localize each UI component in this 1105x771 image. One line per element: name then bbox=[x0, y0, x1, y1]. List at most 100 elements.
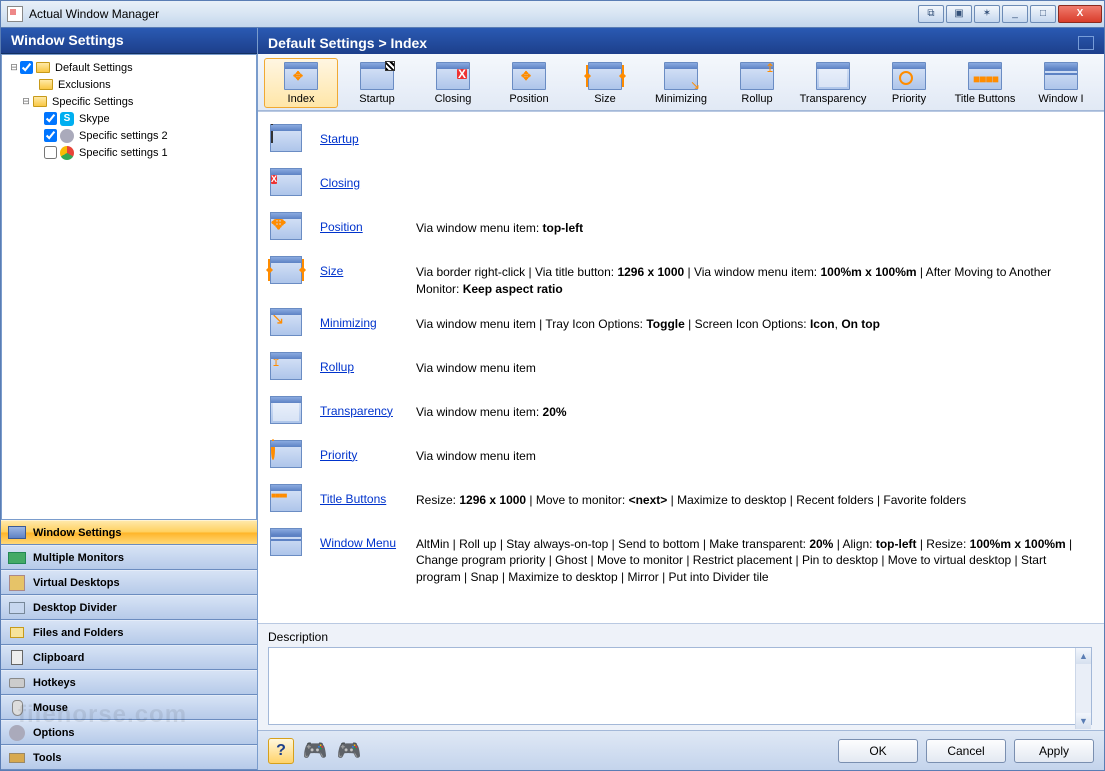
tb-startup[interactable]: Startup bbox=[340, 58, 414, 108]
desc-size: Via border right-click | Via title butto… bbox=[416, 254, 1096, 298]
cat-tools[interactable]: Tools bbox=[1, 745, 257, 770]
cat-multiple-monitors[interactable]: Multiple Monitors bbox=[1, 545, 257, 570]
link-startup[interactable]: Startup bbox=[320, 122, 416, 146]
desc-startup bbox=[416, 122, 1096, 132]
row-priority: Priority Via window menu item bbox=[268, 438, 1096, 474]
minimize-button[interactable]: _ bbox=[1002, 5, 1028, 23]
cat-options[interactable]: Options bbox=[1, 720, 257, 745]
link-priority[interactable]: Priority bbox=[320, 438, 416, 462]
tree-default[interactable]: Default Settings bbox=[55, 62, 133, 74]
cat-window-settings[interactable]: Window Settings bbox=[1, 520, 257, 545]
cat-hotkeys[interactable]: Hotkeys bbox=[1, 670, 257, 695]
link-transparency[interactable]: Transparency bbox=[320, 394, 416, 418]
row-closing: X Closing bbox=[268, 166, 1096, 202]
index-content[interactable]: Startup X Closing ✥ Position Via window … bbox=[258, 111, 1104, 623]
scroll-up-icon[interactable]: ▲ bbox=[1076, 648, 1091, 664]
link-window-menu[interactable]: Window Menu bbox=[320, 526, 416, 550]
cancel-button[interactable]: Cancel bbox=[926, 739, 1006, 763]
desc-transparency: Via window menu item: 20% bbox=[416, 394, 1096, 421]
description-textarea[interactable] bbox=[268, 647, 1092, 725]
folder-icon bbox=[35, 60, 51, 76]
desc-window-menu: AltMin | Roll up | Stay always-on-top | … bbox=[416, 526, 1096, 586]
startup-icon bbox=[268, 122, 306, 156]
description-scrollbar[interactable]: ▲ ▼ bbox=[1075, 648, 1091, 729]
tb-title-buttons[interactable]: ■■■■Title Buttons bbox=[948, 58, 1022, 108]
tb-size[interactable]: Size bbox=[568, 58, 642, 108]
row-transparency: Transparency Via window menu item: 20% bbox=[268, 394, 1096, 430]
close-button[interactable]: X bbox=[1058, 5, 1102, 23]
folder-icon bbox=[32, 94, 48, 110]
tb-window-menu[interactable]: Window I bbox=[1024, 58, 1098, 108]
link-closing[interactable]: Closing bbox=[320, 166, 416, 190]
desc-priority: Via window menu item bbox=[416, 438, 1096, 465]
skype-check[interactable] bbox=[44, 112, 57, 125]
awm-button-2[interactable]: ▣ bbox=[946, 5, 972, 23]
bottom-bar: ? 🎮 🎮 OK Cancel Apply bbox=[258, 730, 1104, 770]
window-menu-icon bbox=[268, 526, 306, 560]
gamepad-icon[interactable]: 🎮 bbox=[302, 738, 328, 764]
default-settings-check[interactable] bbox=[20, 61, 33, 74]
category-list: Window Settings Multiple Monitors Virtua… bbox=[1, 520, 257, 770]
collapse-icon[interactable]: ⊟ bbox=[8, 62, 20, 73]
left-pane: Window Settings ⊟ Default Settings Exclu… bbox=[1, 28, 258, 770]
tree-item-spec2[interactable]: Specific settings 2 bbox=[79, 130, 168, 142]
link-position[interactable]: Position bbox=[320, 210, 416, 234]
description-section: Description ▲ ▼ bbox=[258, 623, 1104, 730]
maximize-button[interactable]: □ bbox=[1030, 5, 1056, 23]
row-position: ✥ Position Via window menu item: top-lef… bbox=[268, 210, 1096, 246]
ok-button[interactable]: OK bbox=[838, 739, 918, 763]
cat-clipboard[interactable]: Clipboard bbox=[1, 645, 257, 670]
row-size: Size Via border right-click | Via title … bbox=[268, 254, 1096, 298]
link-rollup[interactable]: Rollup bbox=[320, 350, 416, 374]
awm-button-1[interactable]: ⧉ bbox=[918, 5, 944, 23]
tb-minimizing[interactable]: ↘Minimizing bbox=[644, 58, 718, 108]
description-label: Description bbox=[268, 630, 1094, 644]
chrome-icon bbox=[59, 145, 75, 161]
folder-icon bbox=[38, 77, 54, 93]
spec1-check[interactable] bbox=[44, 146, 57, 159]
link-title-buttons[interactable]: Title Buttons bbox=[320, 482, 416, 506]
row-minimizing: ↘ Minimizing Via window menu item | Tray… bbox=[268, 306, 1096, 342]
tree-item-skype[interactable]: Skype bbox=[79, 113, 110, 125]
scroll-down-icon[interactable]: ▼ bbox=[1076, 713, 1091, 729]
row-title-buttons: ■■■■ Title Buttons Resize: 1296 x 1000 |… bbox=[268, 482, 1096, 518]
title-buttons-icon: ■■■■ bbox=[268, 482, 306, 516]
right-pane: Default Settings > Index ✥Index Startup … bbox=[258, 28, 1104, 770]
link-minimizing[interactable]: Minimizing bbox=[320, 306, 416, 330]
tb-transparency[interactable]: Transparency bbox=[796, 58, 870, 108]
spec2-check[interactable] bbox=[44, 129, 57, 142]
position-icon: ✥ bbox=[268, 210, 306, 244]
tb-position[interactable]: ✥Position bbox=[492, 58, 566, 108]
breadcrumb: Default Settings > Index bbox=[268, 35, 427, 51]
cat-virtual-desktops[interactable]: Virtual Desktops bbox=[1, 570, 257, 595]
gamepad-icon-2[interactable]: 🎮 bbox=[336, 738, 362, 764]
priority-icon bbox=[268, 438, 306, 472]
desc-minimizing: Via window menu item | Tray Icon Options… bbox=[416, 306, 1096, 333]
apply-button[interactable]: Apply bbox=[1014, 739, 1094, 763]
toolbar: ✥Index Startup XClosing ✥Position Size ↘… bbox=[258, 54, 1104, 111]
app-icon bbox=[7, 6, 23, 22]
minimizing-icon: ↘ bbox=[268, 306, 306, 340]
link-size[interactable]: Size bbox=[320, 254, 416, 278]
tree-specific[interactable]: Specific Settings bbox=[52, 96, 133, 108]
titlebar: Actual Window Manager ⧉ ▣ ✶ _ □ X bbox=[0, 0, 1105, 28]
tb-priority[interactable]: Priority bbox=[872, 58, 946, 108]
window-controls: ⧉ ▣ ✶ _ □ X bbox=[918, 5, 1104, 23]
tree-item-spec1[interactable]: Specific settings 1 bbox=[79, 147, 168, 159]
help-icon[interactable]: ? bbox=[268, 738, 294, 764]
tree-exclusions[interactable]: Exclusions bbox=[58, 79, 111, 91]
settings-tree[interactable]: ⊟ Default Settings Exclusions ⊟ Specific… bbox=[1, 54, 257, 520]
tb-index[interactable]: ✥Index bbox=[264, 58, 338, 108]
row-window-menu: Window Menu AltMin | Roll up | Stay alwa… bbox=[268, 526, 1096, 586]
awm-button-3[interactable]: ✶ bbox=[974, 5, 1000, 23]
header-window-icon[interactable] bbox=[1078, 36, 1094, 50]
desc-closing bbox=[416, 166, 1096, 176]
cat-mouse[interactable]: Mouse bbox=[1, 695, 257, 720]
skype-icon: S bbox=[59, 111, 75, 127]
collapse-icon[interactable]: ⊟ bbox=[20, 96, 32, 107]
tb-closing[interactable]: XClosing bbox=[416, 58, 490, 108]
row-startup: Startup bbox=[268, 122, 1096, 158]
cat-files-folders[interactable]: Files and Folders bbox=[1, 620, 257, 645]
cat-desktop-divider[interactable]: Desktop Divider bbox=[1, 595, 257, 620]
tb-rollup[interactable]: ↥Rollup bbox=[720, 58, 794, 108]
